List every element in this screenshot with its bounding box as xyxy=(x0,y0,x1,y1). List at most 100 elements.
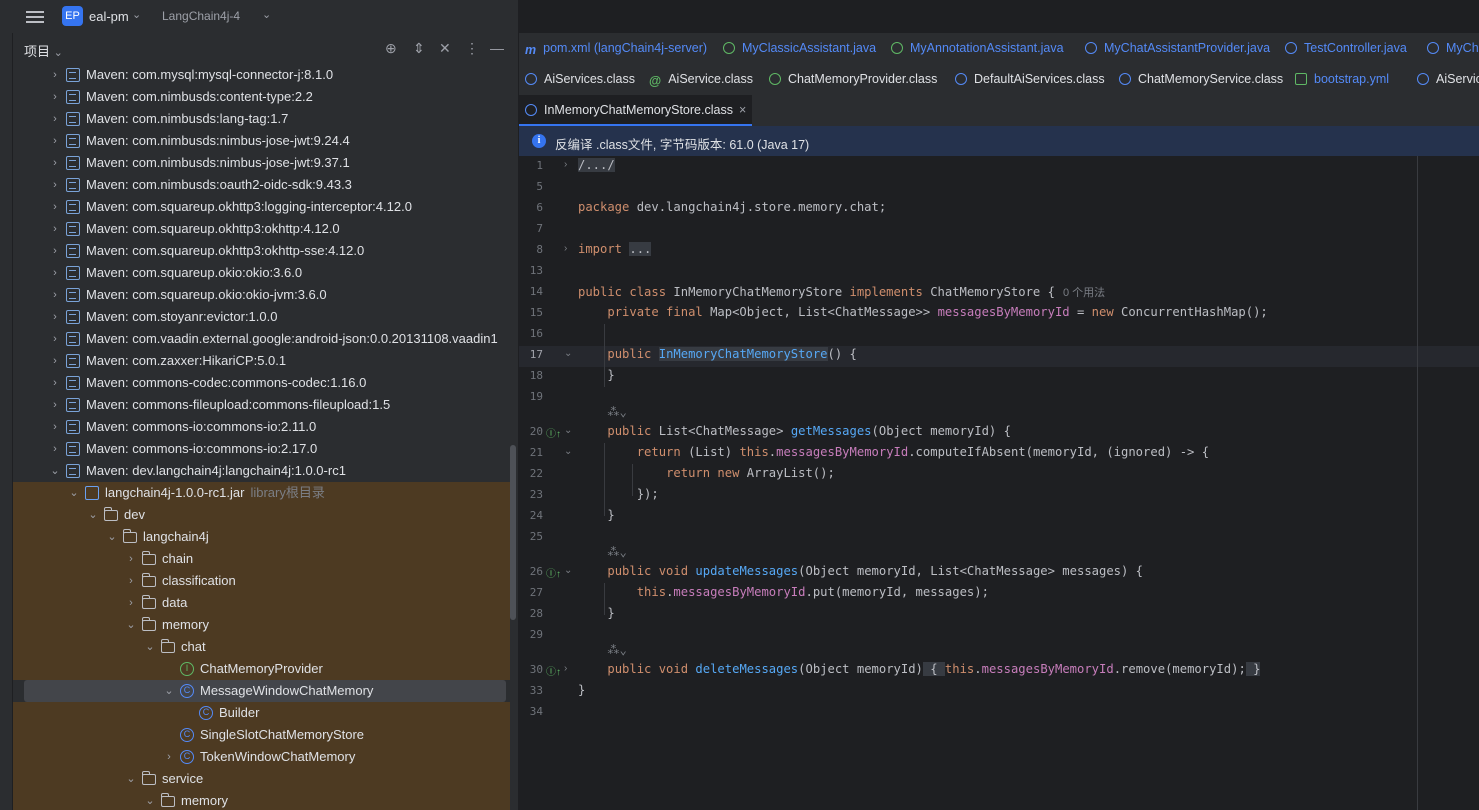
project-name[interactable]: eal-pm xyxy=(89,9,129,24)
chevron-right-icon[interactable]: › xyxy=(49,372,61,394)
chevron-right-icon[interactable]: › xyxy=(163,746,175,768)
chevron-down-icon[interactable]: ⌄ xyxy=(49,460,61,482)
project-badge[interactable]: EP xyxy=(62,6,83,26)
chevron-right-icon[interactable]: › xyxy=(49,350,61,372)
editor-tab[interactable]: AiServic xyxy=(1411,64,1479,95)
tree-item[interactable]: › Maven: com.squareup.okio:okio:3.6.0 xyxy=(13,262,510,284)
editor-tab[interactable]: ChatMemoryProvider.class xyxy=(763,64,943,95)
chevron-down-icon[interactable]: ⌄ xyxy=(125,768,137,790)
tree-item[interactable]: › Maven: com.nimbusds:content-type:2.2 xyxy=(13,86,510,108)
chevron-down-icon[interactable]: ⌄ xyxy=(144,790,156,810)
implements-method-icon[interactable]: Ⓘ↑ xyxy=(546,425,561,440)
tree-item[interactable]: › Maven: com.nimbusds:lang-tag:1.7 xyxy=(13,108,510,130)
editor-tab[interactable]: MyClassicAssistant.java xyxy=(717,33,882,64)
fold-icon[interactable]: ⌄ xyxy=(564,446,572,457)
tree-item[interactable]: › Maven: com.mysql:mysql-connector-j:8.1.… xyxy=(13,64,510,86)
code-line[interactable]: public InMemoryChatMemoryStore() { xyxy=(578,347,857,361)
code-line[interactable]: public List<ChatMessage> getMessages(Obj… xyxy=(578,424,1011,438)
chevron-down-icon[interactable]: ⌄ xyxy=(163,680,175,702)
project-panel-title[interactable]: 项目 ⌄ xyxy=(24,41,63,60)
fold-icon[interactable]: › xyxy=(564,159,567,170)
chevron-right-icon[interactable]: › xyxy=(49,108,61,130)
fold-icon[interactable]: › xyxy=(564,663,567,674)
tree-item[interactable]: C Builder xyxy=(13,702,510,724)
code-line[interactable]: }); xyxy=(578,487,659,501)
code-line[interactable]: } xyxy=(578,606,614,620)
chevron-down-icon[interactable]: ⌄ xyxy=(262,8,271,21)
tree-scrollbar[interactable] xyxy=(510,445,516,620)
chevron-right-icon[interactable]: › xyxy=(49,218,61,240)
tree-item[interactable]: › Maven: com.zaxxer:HikariCP:5.0.1 xyxy=(13,350,510,372)
chevron-right-icon[interactable]: › xyxy=(49,284,61,306)
tree-item[interactable]: ⌄ memory xyxy=(13,614,510,636)
tree-item[interactable]: › Maven: com.squareup.okhttp3:okhttp-sse:… xyxy=(13,240,510,262)
tree-item[interactable]: › Maven: com.stoyanr:evictor:1.0.0 xyxy=(13,306,510,328)
chevron-right-icon[interactable]: › xyxy=(125,570,137,592)
tree-item[interactable]: › classification xyxy=(13,570,510,592)
editor-tab[interactable]: bootstrap.yml xyxy=(1289,64,1395,95)
editor-tab[interactable]: MyAnnotationAssistant.java xyxy=(885,33,1070,64)
tree-item[interactable]: › C TokenWindowChatMemory xyxy=(13,746,510,768)
chevron-right-icon[interactable]: › xyxy=(125,592,137,614)
chevron-down-icon[interactable]: ⌄ xyxy=(87,504,99,526)
chevron-right-icon[interactable]: › xyxy=(49,262,61,284)
chevron-right-icon[interactable]: › xyxy=(49,394,61,416)
editor-tab[interactable]: MyChatAssistantProvider.java xyxy=(1079,33,1276,64)
chevron-right-icon[interactable]: › xyxy=(49,152,61,174)
tree-item[interactable]: › Maven: com.nimbusds:nimbus-jose-jwt:9.3… xyxy=(13,152,510,174)
chevron-right-icon[interactable]: › xyxy=(49,196,61,218)
chevron-down-icon[interactable]: ⌄ xyxy=(125,614,137,636)
code-line[interactable]: } xyxy=(578,683,585,697)
chevron-right-icon[interactable]: › xyxy=(49,438,61,460)
editor-tab[interactable]: DefaultAiServices.class xyxy=(949,64,1111,95)
chevron-right-icon[interactable]: › xyxy=(49,86,61,108)
code-line[interactable]: ⁂⌄ xyxy=(578,643,627,657)
code-line[interactable]: /.../ xyxy=(578,158,615,172)
code-line[interactable]: public void updateMessages(Object memory… xyxy=(578,564,1143,578)
fold-icon[interactable]: ⌄ xyxy=(564,565,572,576)
tree-item[interactable]: › Maven: commons-codec:commons-codec:1.16… xyxy=(13,372,510,394)
editor-tab[interactable]: InMemoryChatMemoryStore.class × xyxy=(519,95,753,126)
tree-item[interactable]: › Maven: com.squareup.okio:okio-jvm:3.6.0 xyxy=(13,284,510,306)
fold-icon[interactable]: ⌄ xyxy=(564,425,572,436)
code-line[interactable]: package dev.langchain4j.store.memory.cha… xyxy=(578,200,886,214)
code-line[interactable]: this.messagesByMemoryId.put(memoryId, me… xyxy=(578,585,989,599)
editor-tab[interactable]: AiServices.class xyxy=(519,64,641,95)
tree-item[interactable]: › Maven: commons-io:commons-io:2.11.0 xyxy=(13,416,510,438)
chevron-down-icon[interactable]: ⌄ xyxy=(106,526,118,548)
code-line[interactable]: ⁂⌄ xyxy=(578,405,627,419)
collapse-all-icon[interactable]: ✕ xyxy=(439,40,451,57)
tree-item[interactable]: › data xyxy=(13,592,510,614)
fold-icon[interactable]: › xyxy=(564,243,567,254)
chevron-right-icon[interactable]: › xyxy=(49,64,61,86)
close-icon[interactable]: × xyxy=(739,103,746,117)
tree-item[interactable]: ⌄ memory xyxy=(13,790,510,810)
code-line[interactable]: import ... xyxy=(578,242,652,256)
chevron-right-icon[interactable]: › xyxy=(49,416,61,438)
tree-item[interactable]: › Maven: commons-fileupload:commons-fileu… xyxy=(13,394,510,416)
editor-tab[interactable]: TestController.java xyxy=(1279,33,1413,64)
chevron-down-icon[interactable]: ⌄ xyxy=(144,636,156,658)
code-line[interactable]: } xyxy=(578,368,614,382)
chevron-down-icon[interactable]: ⌄ xyxy=(132,8,141,21)
code-line[interactable]: public class InMemoryChatMemoryStore imp… xyxy=(578,284,1105,300)
chevron-right-icon[interactable]: › xyxy=(49,306,61,328)
tree-item[interactable]: › Maven: com.squareup.okhttp3:okhttp:4.12… xyxy=(13,218,510,240)
code-line[interactable]: return (List) this.messagesByMemoryId.co… xyxy=(578,445,1209,459)
chevron-right-icon[interactable]: › xyxy=(125,548,137,570)
implements-method-icon[interactable]: Ⓘ↑ xyxy=(546,663,561,678)
chevron-right-icon[interactable]: › xyxy=(49,328,61,350)
tree-item[interactable]: ⌄ Maven: dev.langchain4j:langchain4j:1.0.… xyxy=(13,460,510,482)
tree-item[interactable]: ⌄ chat xyxy=(13,636,510,658)
tree-item[interactable]: ⌄ langchain4j xyxy=(13,526,510,548)
code-line[interactable]: private final Map<Object, List<ChatMessa… xyxy=(578,305,1267,319)
implements-method-icon[interactable]: Ⓘ↑ xyxy=(546,565,561,580)
chevron-right-icon[interactable]: › xyxy=(49,240,61,262)
tree-item[interactable]: › Maven: com.nimbusds:nimbus-jose-jwt:9.2… xyxy=(13,130,510,152)
tree-item[interactable]: › chain xyxy=(13,548,510,570)
branch-name[interactable]: LangChain4j-4 xyxy=(162,9,240,23)
tree-item[interactable]: › Maven: commons-io:commons-io:2.17.0 xyxy=(13,438,510,460)
expand-all-icon[interactable]: ⇕ xyxy=(413,40,425,57)
chevron-right-icon[interactable]: › xyxy=(49,174,61,196)
tree-item[interactable]: ⌄ service xyxy=(13,768,510,790)
